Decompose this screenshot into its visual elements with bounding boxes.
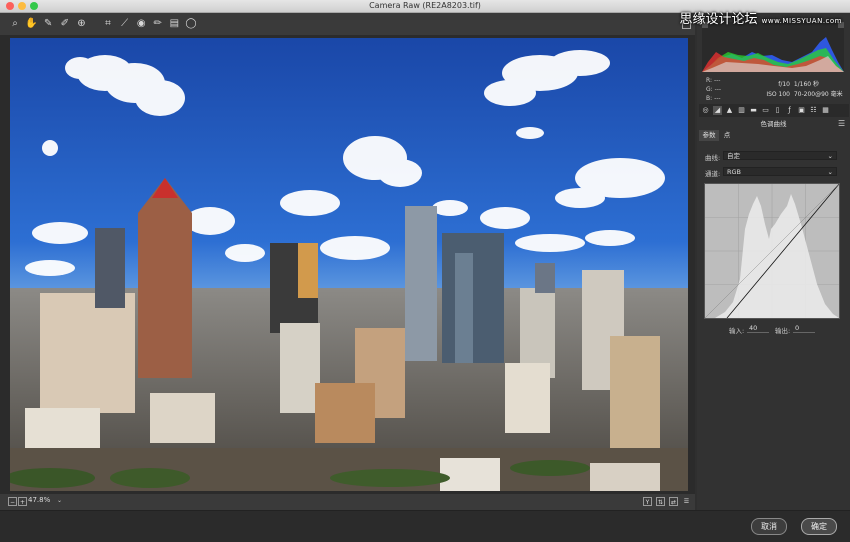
lens-panel-icon[interactable]: ▭: [761, 106, 770, 115]
panel-tabs: ◎ ◢ ▲ ▥ ▬ ▭ ▯ ƒ ▣ ☷ ▦: [699, 104, 849, 117]
preview-image[interactable]: [10, 38, 688, 491]
targeted-adjustment-tool-icon[interactable]: ⊕: [75, 17, 87, 29]
zoom-level[interactable]: 47.8%: [28, 496, 50, 504]
chevron-down-icon: ⌄: [827, 168, 833, 176]
dialog-footer: 取消 确定: [0, 510, 850, 542]
r-label: R:: [706, 77, 713, 84]
output-field[interactable]: 0: [793, 324, 815, 333]
rgb-readout: R: --- G: --- B: ---: [706, 76, 721, 103]
split-toning-panel-icon[interactable]: ▬: [749, 106, 758, 115]
city-skyline-photo: [10, 38, 688, 491]
zoom-out-icon[interactable]: −: [8, 497, 17, 506]
curve-select-value: 自定: [727, 152, 740, 160]
curve-label: 曲线:: [705, 154, 721, 162]
status-bar: − + 47.8% ⌄ Y ⇅ ⇄ ☰: [0, 494, 695, 510]
b-label: B:: [706, 95, 713, 102]
output-label: 输出:: [775, 327, 791, 335]
g-value: ---: [714, 86, 722, 93]
cancel-button[interactable]: 取消: [751, 518, 787, 535]
input-field[interactable]: 40: [747, 324, 769, 333]
watermark-main: 思缘设计论坛: [679, 12, 758, 27]
panel-title: 色调曲线: [760, 120, 787, 128]
color-sampler-tool-icon[interactable]: ✐: [59, 17, 71, 29]
chevron-down-icon: ⌄: [827, 152, 833, 160]
histogram: [702, 22, 844, 72]
tone-curve-panel-icon[interactable]: ◢: [713, 106, 722, 115]
hand-tool-icon[interactable]: ✋: [25, 17, 37, 29]
basic-panel-icon[interactable]: ◎: [701, 106, 710, 115]
lens-value: 70-200@90 毫米: [793, 91, 843, 98]
swap-settings-icon[interactable]: ⇄: [669, 497, 678, 506]
effects-panel-icon[interactable]: ▯: [773, 106, 782, 115]
tab-parametric[interactable]: 参数: [699, 130, 719, 141]
red-eye-tool-icon[interactable]: ◉: [135, 17, 147, 29]
tone-curve-graph[interactable]: [704, 183, 840, 319]
chevron-down-icon[interactable]: ⌄: [57, 497, 62, 504]
toolbar: ⌕ ✋ ✎ ✐ ⊕ ⌗ ⟋ ◉ ✏ ▤ ◯: [0, 13, 695, 35]
panel-menu-icon[interactable]: ☰: [838, 119, 845, 128]
iso-value: ISO 100: [766, 91, 790, 98]
watermark-sub: www.MISSYUAN.com: [761, 17, 842, 25]
r-value: ---: [713, 77, 721, 84]
crop-tool-icon[interactable]: ⌗: [102, 17, 114, 29]
tone-curve-svg: [704, 183, 840, 319]
zoom-tool-icon[interactable]: ⌕: [9, 17, 21, 29]
b-value: ---: [714, 95, 721, 102]
ok-button[interactable]: 确定: [801, 518, 837, 535]
detail-panel-icon[interactable]: ▲: [725, 106, 734, 115]
view-toggle-icon[interactable]: Y: [643, 497, 652, 506]
tab-point[interactable]: 点: [721, 130, 733, 141]
adjustment-brush-icon[interactable]: ✏: [152, 17, 164, 29]
preview-settings-icon[interactable]: ☰: [682, 497, 691, 506]
zoom-in-icon[interactable]: +: [18, 497, 27, 506]
camera-info: f/10 1/160 秒 ISO 100 70-200@90 毫米: [760, 80, 843, 100]
radial-filter-icon[interactable]: ◯: [185, 17, 197, 29]
channel-select-value: RGB: [727, 168, 742, 176]
before-after-icon[interactable]: ⇅: [656, 497, 665, 506]
presets-panel-icon[interactable]: ☷: [809, 106, 818, 115]
watermark: 思缘设计论坛 www.MISSYUAN.com: [679, 8, 842, 27]
aperture-value: f/10: [778, 81, 790, 88]
graduated-filter-icon[interactable]: ▤: [168, 17, 180, 29]
straighten-tool-icon[interactable]: ⟋: [119, 17, 131, 29]
g-label: G:: [706, 86, 713, 93]
white-balance-tool-icon[interactable]: ✎: [42, 17, 54, 29]
curve-select[interactable]: 自定 ⌄: [723, 151, 837, 160]
snapshots-panel-icon[interactable]: ▦: [821, 106, 830, 115]
shutter-value: 1/160 秒: [793, 81, 820, 88]
input-label: 输入:: [729, 327, 745, 335]
camera-calibration-icon[interactable]: ▣: [797, 106, 806, 115]
histogram-graph: [702, 22, 844, 72]
channel-select[interactable]: RGB ⌄: [723, 167, 837, 176]
hsl-panel-icon[interactable]: ▥: [737, 106, 746, 115]
fx-panel-icon[interactable]: ƒ: [785, 106, 794, 115]
channel-label: 通道:: [705, 170, 721, 178]
